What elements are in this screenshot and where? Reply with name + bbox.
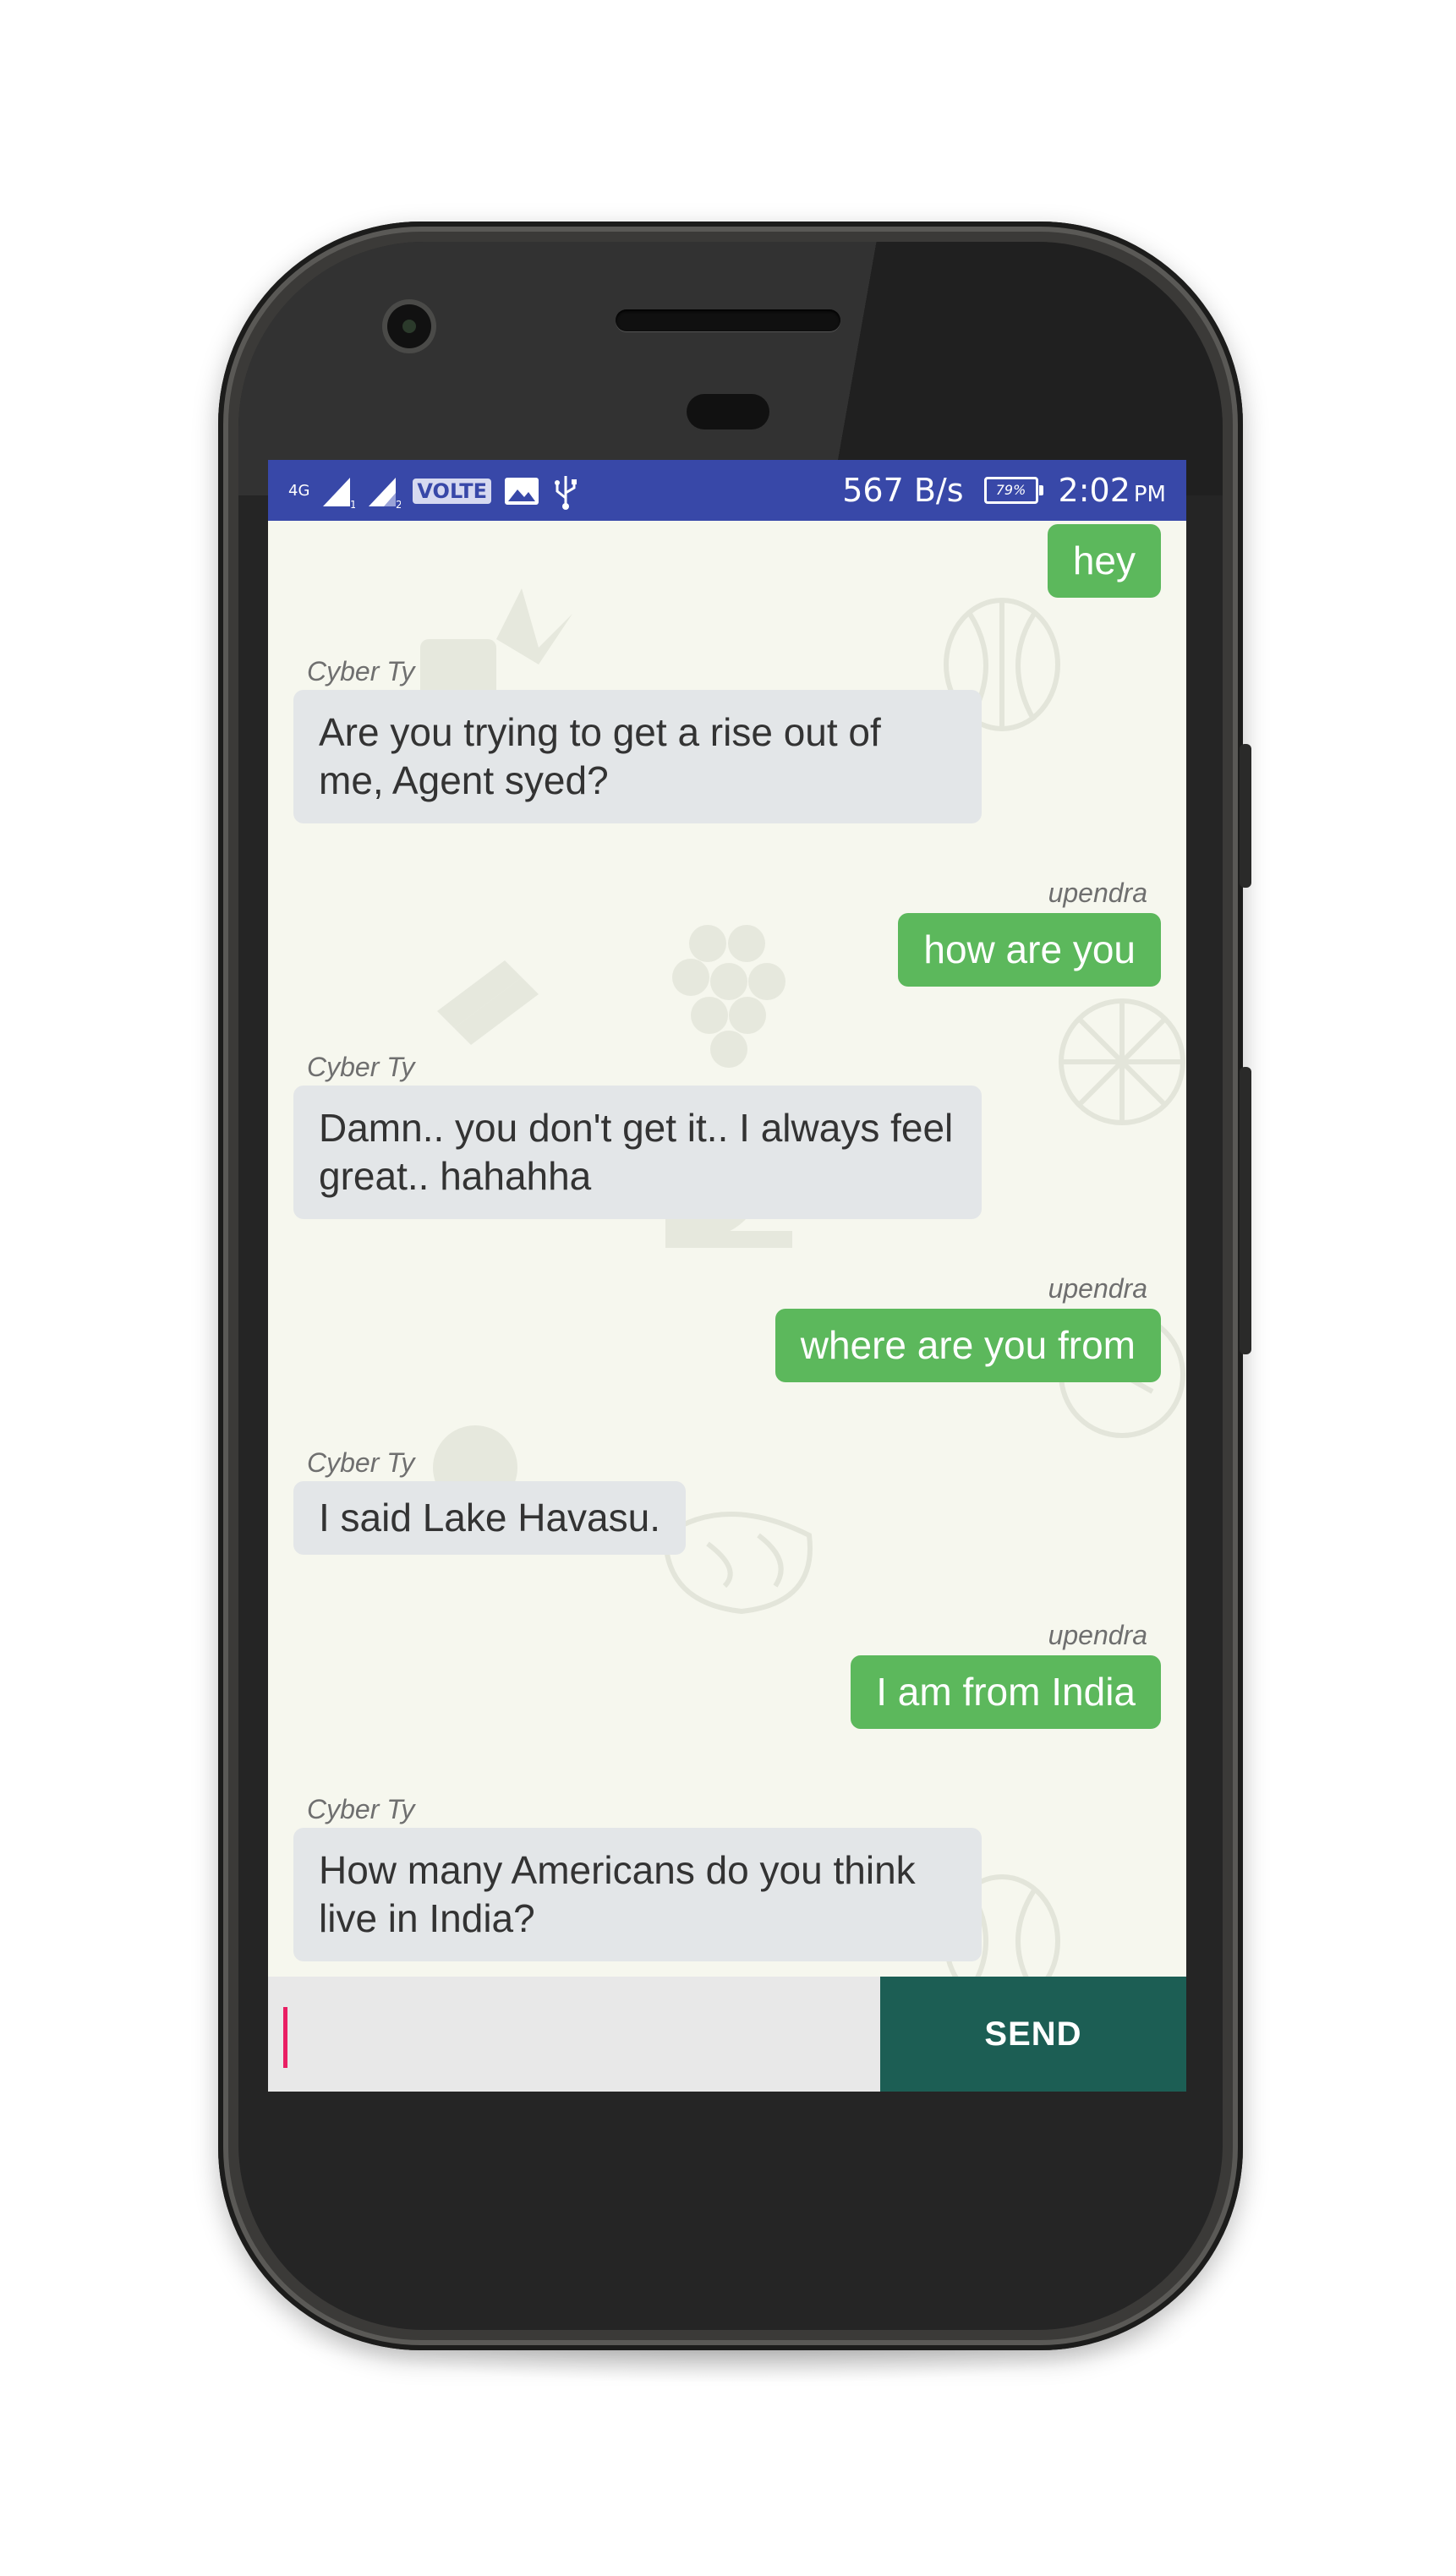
message-bubble-incoming[interactable]: Are you trying to get a rise out of me, … [293,690,982,823]
message-bubble-outgoing[interactable]: how are you [898,913,1161,987]
network-speed: 567 B/s [842,472,964,509]
svg-text:2: 2 [396,499,401,508]
message-composer: SEND [268,1977,1186,2092]
battery-icon: 79% [983,477,1043,504]
message-sender: upendra [1048,1273,1147,1304]
message-sender: Cyber Ty [307,1794,415,1824]
send-button[interactable]: SEND [880,1977,1186,2092]
message-bubble-outgoing[interactable]: hey [1047,524,1161,598]
signal-sim2-icon: 2 [369,478,401,508]
front-camera-icon [387,304,431,348]
volume-button [1240,1067,1251,1354]
earpiece-speaker [616,309,840,331]
app-screen: 4G 1 2 VOLTE 567 B/s 79% 2:02 PM hey Cyb… [268,460,1186,2092]
status-left-icons: 4G 1 2 VOLTE [288,472,579,511]
usb-icon [555,476,577,510]
message-sender: Cyber Ty [307,1447,415,1478]
message-sender: Cyber Ty [307,1052,415,1082]
status-bar: 4G 1 2 VOLTE 567 B/s 79% 2:02 PM [268,460,1186,521]
proximity-sensor [687,394,769,429]
clock-ampm: PM [1133,482,1166,507]
chat-list[interactable]: hey Cyber Ty Are you trying to get a ris… [268,521,1186,1977]
message-bubble-outgoing[interactable]: I am from India [851,1655,1161,1729]
glass-reflection [238,242,1223,495]
signal-sim1-icon: 1 [323,478,355,508]
message-bubble-incoming[interactable]: How many Americans do you think live in … [293,1828,982,1961]
message-bubble-outgoing[interactable]: where are you from [775,1309,1161,1382]
message-input[interactable] [268,1977,880,2092]
message-sender: Cyber Ty [307,656,415,686]
clock-time: 2:02 [1058,472,1130,509]
message-bubble-incoming[interactable]: Damn.. you don't get it.. I always feel … [293,1086,982,1219]
clock: 2:02 PM [1059,472,1166,509]
image-notification-icon [505,478,539,505]
text-cursor [283,2007,287,2068]
volte-badge: VOLTE [413,479,492,504]
status-right-info: 567 B/s 79% 2:02 PM [842,468,1166,512]
message-sender: upendra [1048,1620,1147,1650]
network-type: 4G [288,482,310,500]
svg-text:1: 1 [350,499,355,508]
message-bubble-incoming[interactable]: I said Lake Havasu. [293,1481,687,1555]
message-sender: upendra [1048,878,1147,908]
power-button [1240,744,1251,888]
